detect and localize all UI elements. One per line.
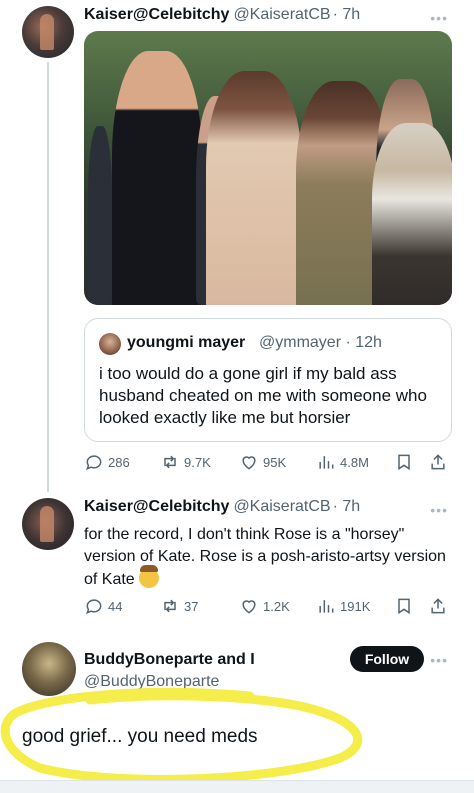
- tweet-actions: 44 37 1.2K 191K: [84, 594, 454, 618]
- reply-text: good grief... you need meds: [22, 726, 258, 747]
- cowboy-emoji-icon: [139, 565, 160, 588]
- tweet-text: for the record, I don't think Rose is a …: [84, 524, 454, 591]
- user-handle[interactable]: @ymmayer · 12h: [259, 334, 382, 352]
- more-options-icon[interactable]: •••: [430, 10, 448, 26]
- repost-count: 37: [184, 598, 199, 614]
- thread-line: [47, 62, 49, 492]
- photo-figure: [372, 123, 452, 305]
- repost-icon: [164, 455, 176, 469]
- view-count: 191K: [340, 598, 371, 614]
- display-name[interactable]: youngmi mayer: [127, 334, 245, 352]
- tweet-header: Kaiser@Celebitchy @KaiseratCB · 7h: [84, 498, 360, 516]
- user-handle[interactable]: @KaiseratCB: [233, 6, 330, 24]
- repost-count: 9.7K: [184, 454, 211, 470]
- share-button[interactable]: [428, 452, 452, 472]
- like-button[interactable]: 1.2K: [239, 596, 290, 616]
- share-icon: [431, 598, 445, 614]
- repost-button[interactable]: 9.7K: [160, 452, 211, 472]
- reply-button[interactable]: 44: [84, 596, 122, 616]
- display-name[interactable]: Kaiser@Celebitchy: [84, 6, 229, 24]
- follow-button[interactable]: Follow: [350, 646, 424, 672]
- avatar[interactable]: [99, 333, 121, 355]
- bookmark-button[interactable]: [394, 596, 418, 616]
- user-handle[interactable]: @BuddyBoneparte: [84, 673, 219, 691]
- views-icon: [319, 600, 334, 613]
- views-button[interactable]: 4.8M: [316, 452, 369, 472]
- tweet-photo[interactable]: [84, 31, 452, 305]
- heart-icon: [242, 600, 256, 614]
- timestamp[interactable]: · 7h: [333, 6, 361, 24]
- bookmark-icon: [398, 598, 410, 615]
- quoted-tweet[interactable]: youngmi mayer @ymmayer · 12h i too would…: [84, 318, 452, 442]
- display-name[interactable]: Kaiser@Celebitchy: [84, 498, 229, 516]
- heart-icon: [242, 456, 256, 470]
- views-button[interactable]: 191K: [316, 596, 370, 616]
- tweet-header: Kaiser@Celebitchy @KaiseratCB · 7h: [84, 6, 360, 24]
- reply-icon: [86, 455, 102, 471]
- timestamp[interactable]: · 7h: [333, 498, 361, 516]
- bookmark-button[interactable]: [394, 452, 418, 472]
- avatar[interactable]: [22, 642, 76, 696]
- bottom-bar: [0, 780, 474, 793]
- more-options-icon[interactable]: •••: [430, 652, 448, 668]
- share-button[interactable]: [428, 596, 452, 616]
- reply-icon: [86, 599, 102, 615]
- like-button[interactable]: 95K: [239, 452, 286, 472]
- tweet-actions: 286 9.7K 95K 4.8M: [84, 450, 454, 474]
- photo-figure: [206, 71, 302, 305]
- reply-count: 44: [108, 598, 123, 614]
- reply-button[interactable]: 286: [84, 452, 130, 472]
- quoted-tweet-text: i too would do a gone girl if my bald as…: [99, 364, 427, 427]
- reply-count: 286: [108, 454, 130, 470]
- repost-button[interactable]: 37: [160, 596, 198, 616]
- like-count: 1.2K: [263, 598, 290, 614]
- view-count: 4.8M: [340, 454, 369, 470]
- bookmark-icon: [398, 454, 410, 471]
- repost-icon: [164, 599, 176, 613]
- user-handle[interactable]: @KaiseratCB: [233, 498, 330, 516]
- share-icon: [431, 454, 445, 470]
- avatar[interactable]: [22, 498, 74, 550]
- like-count: 95K: [263, 454, 287, 470]
- more-options-icon[interactable]: •••: [430, 502, 448, 518]
- avatar[interactable]: [22, 6, 74, 58]
- views-icon: [319, 456, 334, 469]
- photo-figure: [112, 51, 202, 305]
- display-name[interactable]: BuddyBoneparte and I: [84, 651, 255, 669]
- photo-figure: [88, 126, 112, 305]
